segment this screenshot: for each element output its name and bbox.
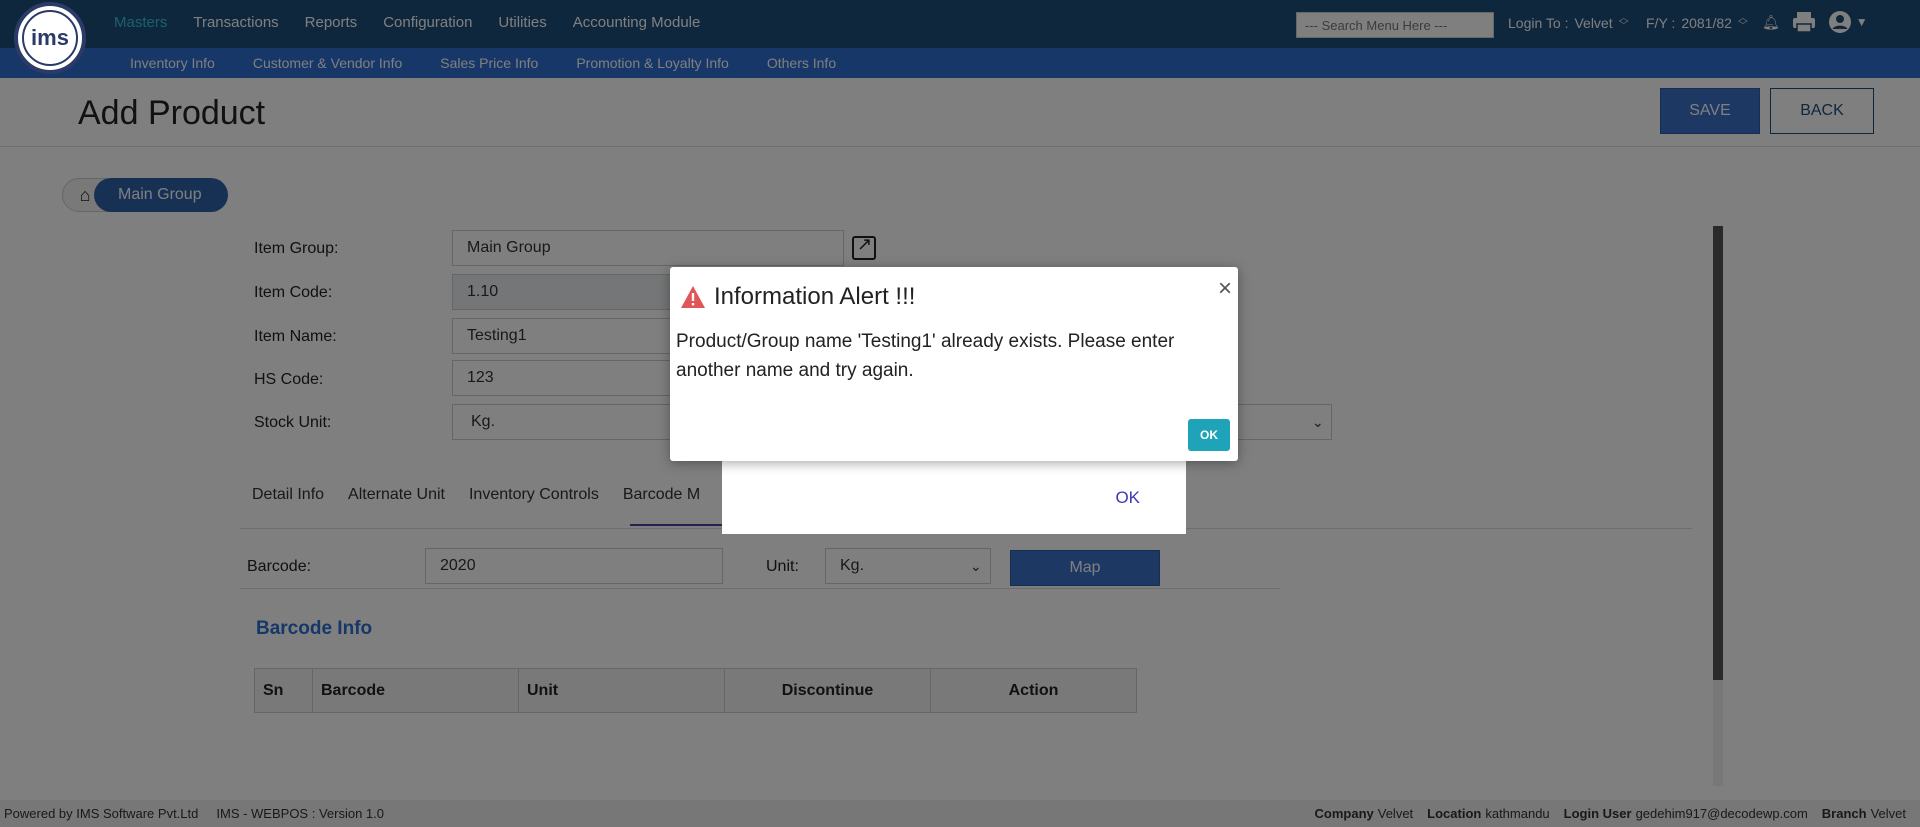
background-dialog-ok-button[interactable]: OK (1115, 488, 1140, 508)
information-alert-dialog: Information Alert !!! × Product/Group na… (670, 267, 1238, 461)
background-dialog: OK (722, 456, 1186, 534)
alert-title: Information Alert !!! (680, 283, 915, 311)
logo-ring: ims (22, 10, 78, 66)
close-icon[interactable]: × (1218, 275, 1232, 303)
alert-message: Product/Group name 'Testing1' already ex… (676, 331, 1175, 381)
warning-icon (681, 286, 705, 308)
ims-logo[interactable]: ims (14, 2, 86, 74)
alert-title-text: Information Alert !!! (714, 283, 916, 310)
logo-text: ims (31, 25, 69, 50)
alert-ok-button[interactable]: OK (1188, 419, 1230, 451)
